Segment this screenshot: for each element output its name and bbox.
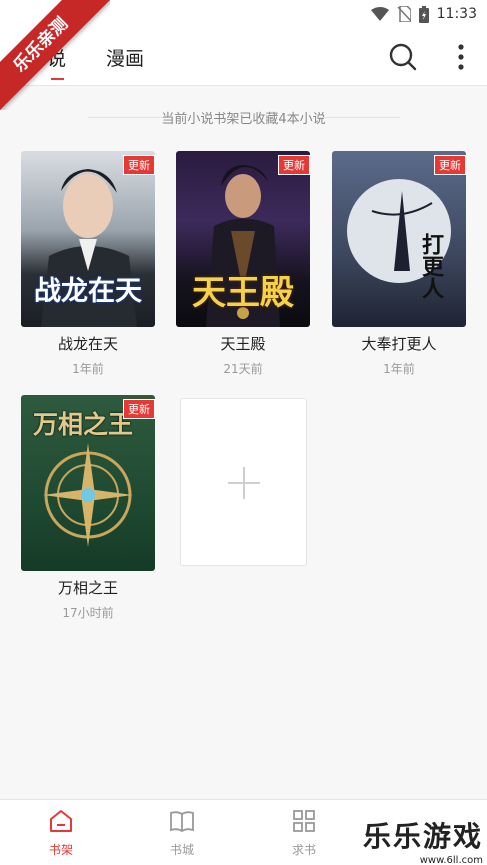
cover-title: 战龙在天: [34, 276, 142, 307]
home-icon: [50, 810, 72, 832]
status-icons: 11:33: [370, 4, 477, 24]
nav-label: 书城: [169, 843, 194, 857]
book-title: 万相之王: [57, 579, 118, 597]
cover-title: 天王殿: [192, 273, 294, 313]
book-card[interactable]: 战龙在天 更新 战龙在天 1年前: [21, 151, 155, 377]
watermark-url: www.6ll.com: [419, 855, 483, 865]
add-book-button[interactable]: [180, 398, 307, 566]
update-badge: 更新: [434, 155, 466, 175]
watermark-text: 乐乐游戏: [363, 820, 484, 853]
book-card[interactable]: 万相之王 更新 万相之王 17小时前: [21, 395, 155, 621]
nav-label: 求书: [291, 843, 316, 857]
book-updated-time: 17小时前: [62, 606, 114, 620]
book-title: 战龙在天: [57, 335, 118, 353]
cover-title: 打更人: [418, 233, 443, 299]
search-icon[interactable]: [388, 42, 418, 72]
nav-item-bookshelf[interactable]: 书架: [31, 808, 91, 858]
watermark-logo: 乐乐游戏 www.6ll.com: [363, 815, 484, 865]
book-updated-time: 1年前: [72, 362, 104, 376]
book-cover[interactable]: 万相之王 更新: [21, 395, 155, 571]
nav-label: 书架: [48, 843, 73, 857]
no-sim-icon: [397, 6, 411, 22]
book-card[interactable]: 天王殿 更新 天王殿 21天前: [176, 151, 310, 377]
update-badge: 更新: [123, 399, 155, 419]
grid-icon: [293, 810, 315, 832]
book-open-icon: [170, 811, 194, 833]
nav-item-request-book[interactable]: 求书: [274, 808, 334, 858]
update-badge: 更新: [123, 155, 155, 175]
wifi-icon: [370, 7, 389, 21]
book-cover[interactable]: 天王殿 更新: [176, 151, 310, 327]
book-cover[interactable]: 战龙在天 更新: [21, 151, 155, 327]
update-badge: 更新: [278, 155, 310, 175]
book-cover[interactable]: 打更人 更新: [332, 151, 466, 327]
corner-ribbon: 乐乐亲测: [0, 0, 110, 110]
summary-divider-right: [320, 117, 400, 118]
status-time: 11:33: [436, 6, 477, 22]
more-vertical-icon[interactable]: [450, 42, 472, 72]
book-updated-time: 1年前: [383, 362, 415, 376]
book-card[interactable]: 打更人 更新 大奉打更人 1年前: [332, 151, 466, 377]
nav-item-bookstore[interactable]: 书城: [152, 808, 212, 858]
book-updated-time: 21天前: [223, 362, 263, 376]
corner-ribbon-label: 乐乐亲测: [0, 0, 110, 110]
book-title: 天王殿: [220, 335, 266, 353]
tab-comic[interactable]: 漫画: [106, 44, 144, 71]
shelf-summary: 当前小说书架已收藏4本小说: [161, 112, 326, 127]
battery-icon: [418, 5, 429, 23]
book-title: 大奉打更人: [361, 335, 437, 353]
plus-icon: [228, 467, 260, 499]
